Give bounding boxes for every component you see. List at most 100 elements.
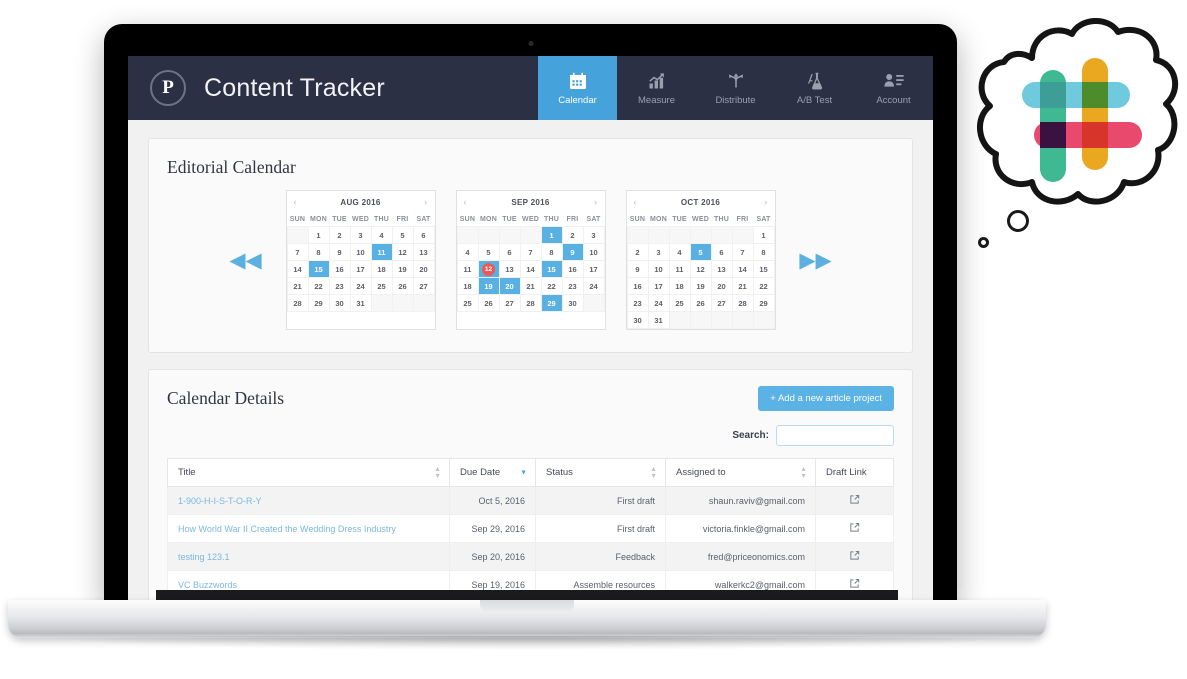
column-header-title[interactable]: Title ▲ ▼ — [167, 458, 450, 487]
day-cell[interactable]: 1 — [752, 226, 775, 244]
day-cell[interactable]: 8 — [752, 243, 775, 261]
day-cell[interactable]: 22 — [540, 277, 563, 295]
day-cell[interactable]: 20 — [498, 277, 521, 295]
external-link-icon[interactable] — [849, 522, 860, 535]
day-cell[interactable]: 5 — [391, 226, 414, 244]
day-cell[interactable]: 29 — [752, 294, 775, 312]
prev-months-button[interactable]: ◀◀ — [226, 250, 266, 271]
day-cell[interactable]: 23 — [328, 277, 351, 295]
day-cell[interactable]: 11 — [456, 260, 479, 278]
day-cell[interactable]: 9 — [561, 243, 584, 261]
day-cell[interactable]: 6 — [710, 243, 733, 261]
day-cell[interactable]: 19 — [477, 277, 500, 295]
day-cell[interactable]: 9 — [626, 260, 649, 278]
day-cell[interactable]: 21 — [519, 277, 542, 295]
day-cell[interactable]: 12 — [391, 243, 414, 261]
day-cell[interactable]: 31 — [349, 294, 372, 312]
day-cell[interactable]: 5 — [477, 243, 500, 261]
external-link-icon[interactable] — [849, 550, 860, 563]
day-cell[interactable]: 27 — [710, 294, 733, 312]
day-cell[interactable]: 28 — [731, 294, 754, 312]
day-cell[interactable]: 18 — [370, 260, 393, 278]
article-title-link[interactable]: testing 123.1 — [178, 552, 230, 562]
day-cell[interactable]: 9 — [328, 243, 351, 261]
day-cell[interactable]: 30 — [328, 294, 351, 312]
day-cell[interactable]: 30 — [561, 294, 584, 312]
day-cell[interactable]: 19 — [391, 260, 414, 278]
day-cell[interactable]: 10 — [349, 243, 372, 261]
day-cell[interactable]: 16 — [626, 277, 649, 295]
day-cell[interactable]: 8 — [540, 243, 563, 261]
day-cell[interactable]: 15 — [307, 260, 330, 278]
day-cell[interactable]: 1 — [307, 226, 330, 244]
article-title-link[interactable]: VC Buzzwords — [178, 580, 237, 590]
day-cell[interactable]: 5 — [689, 243, 712, 261]
day-cell[interactable]: 7 — [731, 243, 754, 261]
day-cell[interactable]: 25 — [668, 294, 691, 312]
day-cell[interactable]: 12 — [477, 260, 500, 278]
day-cell[interactable]: 24 — [582, 277, 605, 295]
day-cell[interactable]: 4 — [456, 243, 479, 261]
day-cell[interactable]: 26 — [391, 277, 414, 295]
search-input[interactable] — [776, 425, 894, 446]
day-cell[interactable]: 19 — [689, 277, 712, 295]
day-cell[interactable]: 10 — [647, 260, 670, 278]
day-cell[interactable]: 3 — [582, 226, 605, 244]
day-cell[interactable]: 12 — [689, 260, 712, 278]
day-cell[interactable]: 13 — [498, 260, 521, 278]
month-next-icon[interactable]: › — [764, 197, 767, 207]
day-cell[interactable]: 7 — [519, 243, 542, 261]
day-cell[interactable]: 2 — [626, 243, 649, 261]
month-next-icon[interactable]: › — [424, 197, 427, 207]
day-cell[interactable]: 1 — [540, 226, 563, 244]
day-cell[interactable]: 14 — [731, 260, 754, 278]
column-header-assigned-to[interactable]: Assigned to ▲ ▼ — [665, 458, 816, 487]
day-cell[interactable]: 21 — [731, 277, 754, 295]
day-cell[interactable]: 3 — [349, 226, 372, 244]
day-cell[interactable]: 2 — [328, 226, 351, 244]
day-cell[interactable]: 7 — [286, 243, 309, 261]
day-cell[interactable]: 25 — [456, 294, 479, 312]
day-cell[interactable]: 13 — [710, 260, 733, 278]
day-cell[interactable]: 24 — [349, 277, 372, 295]
day-cell[interactable]: 23 — [626, 294, 649, 312]
day-cell[interactable]: 31 — [647, 311, 670, 329]
day-cell[interactable]: 17 — [647, 277, 670, 295]
nav-item-calendar[interactable]: Calendar — [538, 56, 617, 120]
day-cell[interactable]: 17 — [582, 260, 605, 278]
day-cell[interactable]: 27 — [412, 277, 435, 295]
day-cell[interactable]: 15 — [540, 260, 563, 278]
day-cell[interactable]: 11 — [370, 243, 393, 261]
day-cell[interactable]: 29 — [307, 294, 330, 312]
day-cell[interactable]: 6 — [498, 243, 521, 261]
day-cell[interactable]: 24 — [647, 294, 670, 312]
day-cell[interactable]: 6 — [412, 226, 435, 244]
day-cell[interactable]: 26 — [477, 294, 500, 312]
column-header-draft-link[interactable]: Draft Link — [815, 458, 894, 487]
month-prev-icon[interactable]: ‹ — [294, 197, 297, 207]
day-cell[interactable]: 16 — [328, 260, 351, 278]
month-prev-icon[interactable]: ‹ — [634, 197, 637, 207]
day-cell[interactable]: 16 — [561, 260, 584, 278]
day-cell[interactable]: 14 — [286, 260, 309, 278]
day-cell[interactable]: 15 — [752, 260, 775, 278]
day-cell[interactable]: 23 — [561, 277, 584, 295]
column-header-due-date[interactable]: Due Date ▼ — [449, 458, 536, 487]
day-cell[interactable]: 3 — [647, 243, 670, 261]
day-cell[interactable]: 25 — [370, 277, 393, 295]
next-months-button[interactable]: ▶▶ — [796, 250, 836, 271]
nav-item-ab-test[interactable]: A/B Test — [775, 56, 854, 120]
day-cell[interactable]: 20 — [412, 260, 435, 278]
article-title-link[interactable]: How World War II Created the Wedding Dre… — [178, 524, 396, 534]
day-cell[interactable]: 27 — [498, 294, 521, 312]
day-cell[interactable]: 4 — [668, 243, 691, 261]
day-cell[interactable]: 22 — [307, 277, 330, 295]
article-title-link[interactable]: 1-900-H-I-S-T-O-R-Y — [178, 496, 262, 506]
day-cell[interactable]: 10 — [582, 243, 605, 261]
day-cell[interactable]: 4 — [370, 226, 393, 244]
day-cell[interactable]: 18 — [668, 277, 691, 295]
day-cell[interactable]: 14 — [519, 260, 542, 278]
add-article-project-button[interactable]: + Add a new article project — [758, 386, 894, 411]
day-cell[interactable]: 28 — [519, 294, 542, 312]
month-next-icon[interactable]: › — [594, 197, 597, 207]
